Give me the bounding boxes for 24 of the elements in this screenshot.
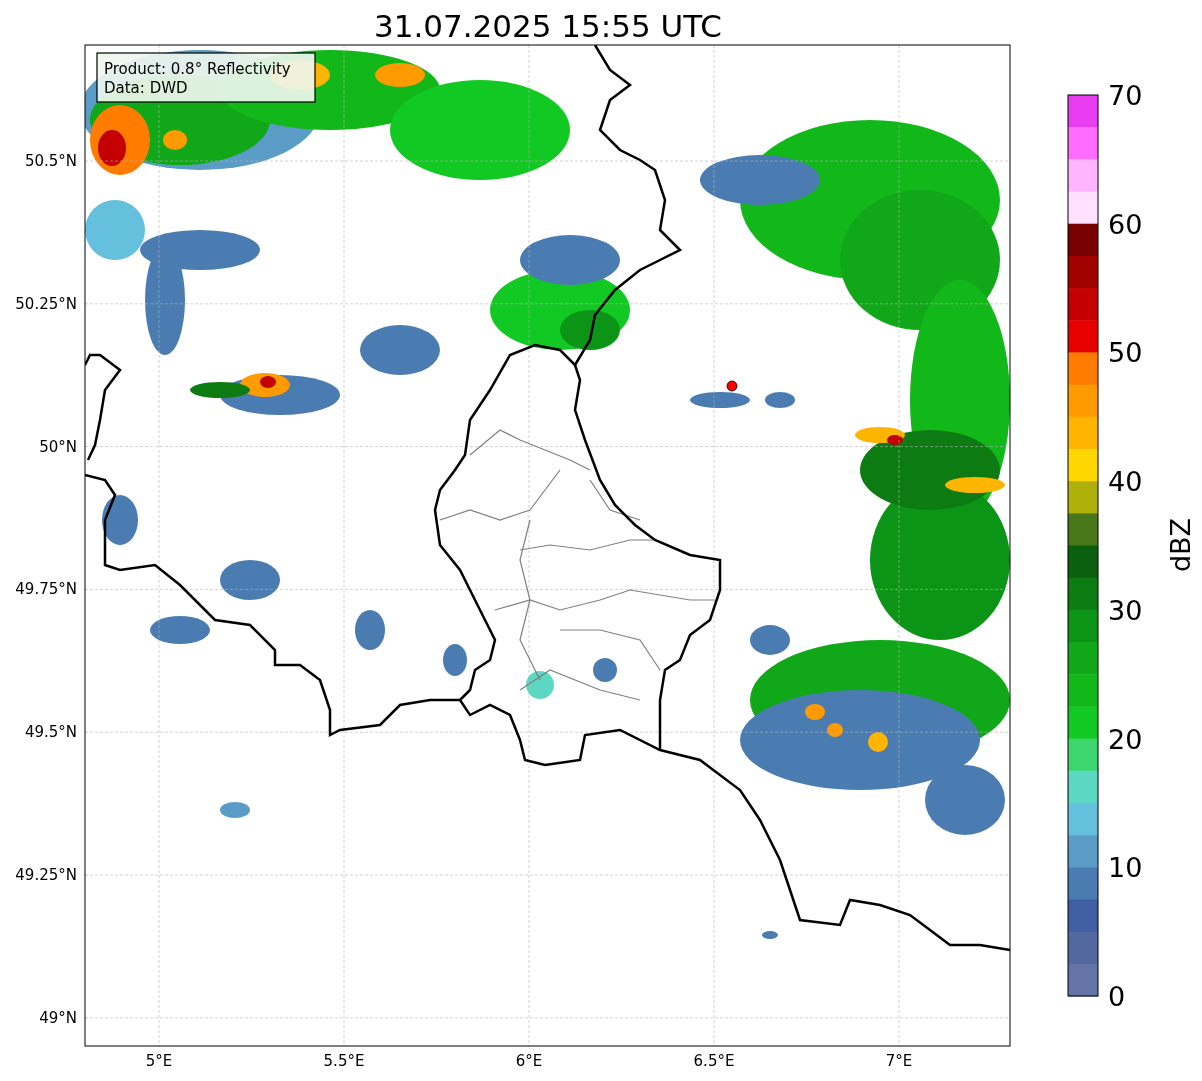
colorbar-label: dBZ bbox=[1165, 517, 1196, 573]
legend-text: Data: DWD bbox=[104, 79, 188, 97]
legend-text: Product: 0.8° Reflectivity bbox=[104, 60, 291, 78]
axis-tick-label: 49.25°N bbox=[15, 866, 77, 884]
axis-tick-label: 49°N bbox=[39, 1008, 77, 1027]
plot-title: 31.07.2025 15:55 UTC bbox=[374, 8, 722, 44]
axis-tick-label: 6.5°E bbox=[693, 1052, 735, 1070]
axis-tick-label: 49.5°N bbox=[24, 723, 77, 742]
axis-tick-label: 50°N bbox=[39, 437, 77, 456]
axis-tick-label: 5°E bbox=[145, 1052, 173, 1070]
colorbar-tick-label: 70 bbox=[1108, 80, 1143, 111]
colorbar-tick-label: 50 bbox=[1108, 337, 1143, 369]
axis-tick-label: 50.25°N bbox=[15, 294, 77, 313]
axis-tick-label: 6°E bbox=[515, 1052, 543, 1070]
colorbar-tick-label: 10 bbox=[1108, 852, 1143, 884]
colorbar-tick-label: 0 bbox=[1108, 981, 1126, 1012]
colorbar-tick-label: 30 bbox=[1108, 594, 1143, 626]
axis-tick-label: 50.5°N bbox=[24, 152, 77, 170]
axis-tick-label: 7°E bbox=[885, 1052, 913, 1070]
colorbar-tick-label: 40 bbox=[1108, 466, 1143, 498]
axis-tick-label: 5.5°E bbox=[323, 1052, 365, 1070]
colorbar-tick-label: 20 bbox=[1108, 723, 1143, 755]
colorbar-tick-label: 60 bbox=[1108, 208, 1143, 240]
axis-tick-label: 49.75°N bbox=[15, 580, 77, 599]
